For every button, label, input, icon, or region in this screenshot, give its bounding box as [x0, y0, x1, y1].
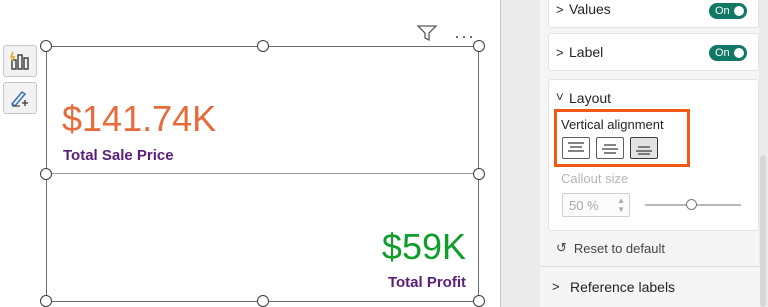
- align-middle-button[interactable]: [596, 137, 624, 159]
- card-separator: [46, 173, 479, 174]
- chevron-right-icon: >: [552, 279, 560, 294]
- align-top-button[interactable]: [562, 137, 590, 159]
- stepper-icon[interactable]: ▲ ▼: [617, 196, 625, 214]
- callout-size-value: 50 %: [569, 198, 599, 213]
- resize-handle-top[interactable]: [257, 40, 269, 52]
- callout-size-label: Callout size: [561, 171, 629, 186]
- chevron-right-icon: >: [556, 45, 564, 60]
- callout-size-slider-thumb[interactable]: [686, 199, 697, 210]
- chevron-down-icon[interactable]: >: [552, 93, 567, 101]
- resize-handle-bottom-left[interactable]: [40, 295, 52, 307]
- pane-scrollbar[interactable]: [760, 155, 766, 307]
- reset-icon: ↺: [556, 240, 567, 255]
- kpi-profit-value: $59K: [381, 226, 466, 267]
- kpi-profit-label: Total Profit: [387, 274, 466, 291]
- label-toggle-label: On: [715, 47, 730, 59]
- align-middle-icon: [602, 144, 618, 154]
- section-reference-labels[interactable]: > Reference labels: [540, 266, 760, 307]
- values-toggle[interactable]: On: [709, 3, 747, 19]
- section-reference-labels-title: Reference labels: [570, 279, 676, 295]
- values-toggle-label: On: [715, 5, 730, 17]
- kpi-sale-price-label: Total Sale Price: [63, 147, 174, 164]
- format-visual-icon: [9, 88, 31, 108]
- toggle-knob: [734, 48, 744, 58]
- format-visual-button[interactable]: [3, 82, 37, 114]
- section-values-title: Values: [569, 1, 611, 17]
- section-label[interactable]: > Label On: [548, 33, 759, 71]
- resize-handle-bottom[interactable]: [257, 295, 269, 307]
- visual-header: ···: [416, 25, 475, 46]
- build-visual-button[interactable]: [3, 45, 37, 77]
- reset-label: Reset to default: [573, 240, 665, 256]
- section-layout-title[interactable]: Layout: [569, 90, 611, 106]
- filter-icon[interactable]: [416, 25, 438, 46]
- label-toggle[interactable]: On: [709, 45, 747, 61]
- toggle-knob: [734, 6, 744, 16]
- align-bottom-button[interactable]: [630, 137, 658, 159]
- align-bottom-icon: [636, 146, 652, 155]
- align-top-icon: [568, 142, 584, 152]
- resize-handle-left[interactable]: [40, 168, 52, 180]
- resize-handle-top-right[interactable]: [473, 40, 485, 52]
- resize-handle-top-left[interactable]: [40, 40, 52, 52]
- resize-handle-bottom-right[interactable]: [473, 295, 485, 307]
- kpi-sale-price-value: $141.74K: [62, 98, 217, 139]
- vertical-alignment-label: Vertical alignment: [561, 117, 664, 132]
- callout-size-input[interactable]: 50 % ▲ ▼: [562, 193, 630, 217]
- more-options-icon[interactable]: ···: [454, 27, 475, 45]
- resize-handle-right[interactable]: [473, 168, 485, 180]
- build-visual-icon: [9, 51, 31, 71]
- chevron-right-icon: >: [556, 2, 564, 17]
- section-values[interactable]: > Values On: [548, 0, 759, 28]
- reset-to-default-button[interactable]: ↺ Reset to default: [556, 240, 665, 256]
- section-label-title: Label: [569, 44, 604, 60]
